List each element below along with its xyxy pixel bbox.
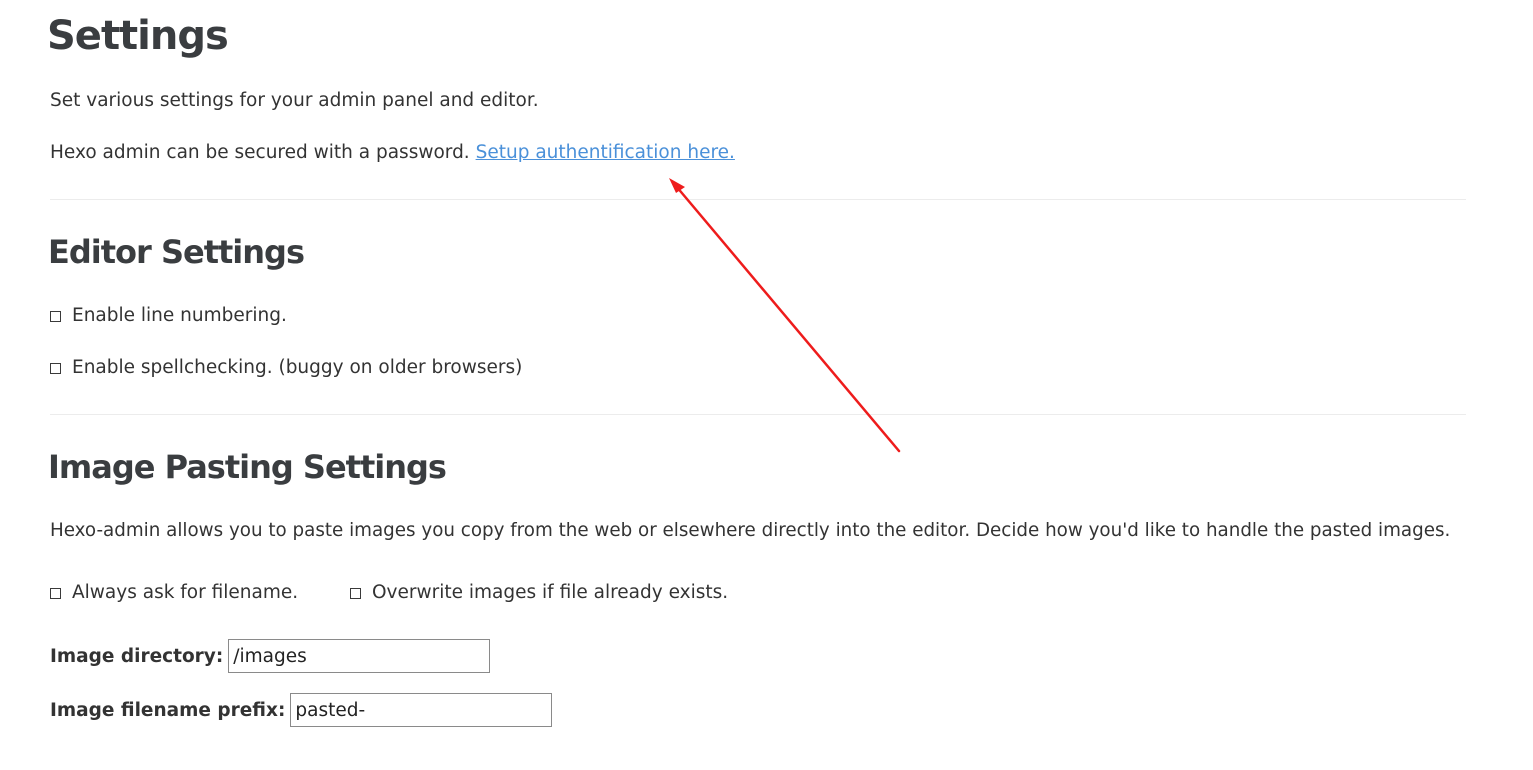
checkbox-box[interactable] xyxy=(50,310,61,322)
spellchecking-checkbox[interactable]: Enable spellchecking. (buggy on older br… xyxy=(50,356,522,380)
image-prefix-input[interactable] xyxy=(290,693,553,727)
image-directory-input[interactable] xyxy=(228,639,491,673)
image-directory-field: Image directory: xyxy=(50,639,491,673)
image-prefix-field: Image filename prefix: xyxy=(50,693,553,727)
ask-filename-label: Always ask for filename. xyxy=(72,582,299,603)
spellchecking-label: Enable spellchecking. (buggy on older br… xyxy=(72,357,523,378)
section-divider xyxy=(50,414,1466,415)
editor-settings-heading: Editor Settings xyxy=(48,233,305,271)
overwrite-images-checkbox[interactable]: Overwrite images if file already exists. xyxy=(350,581,728,605)
image-pasting-settings-heading: Image Pasting Settings xyxy=(48,448,447,486)
auth-paragraph: Hexo admin can be secured with a passwor… xyxy=(50,141,735,165)
overwrite-images-label: Overwrite images if file already exists. xyxy=(372,582,729,603)
annotation-arrow-head xyxy=(669,178,685,193)
settings-page: Settings Set various settings for your a… xyxy=(0,0,1533,770)
line-numbering-label: Enable line numbering. xyxy=(72,305,287,326)
ask-filename-checkbox[interactable]: Always ask for filename. xyxy=(50,581,298,605)
checkbox-box[interactable] xyxy=(50,587,61,599)
setup-authentication-link[interactable]: Setup authentification here. xyxy=(476,142,735,163)
section-divider xyxy=(50,199,1466,200)
image-prefix-label: Image filename prefix: xyxy=(50,699,286,721)
checkbox-box[interactable] xyxy=(350,587,361,599)
auth-text: Hexo admin can be secured with a passwor… xyxy=(50,142,470,163)
image-pasting-description: Hexo-admin allows you to paste images yo… xyxy=(50,520,1451,541)
image-directory-label: Image directory: xyxy=(50,645,224,667)
line-numbering-checkbox[interactable]: Enable line numbering. xyxy=(50,304,287,328)
settings-intro-text: Set various settings for your admin pane… xyxy=(50,90,539,111)
checkbox-box[interactable] xyxy=(50,362,61,374)
page-title: Settings xyxy=(47,13,229,59)
annotation-arrow-shaft xyxy=(674,184,901,453)
